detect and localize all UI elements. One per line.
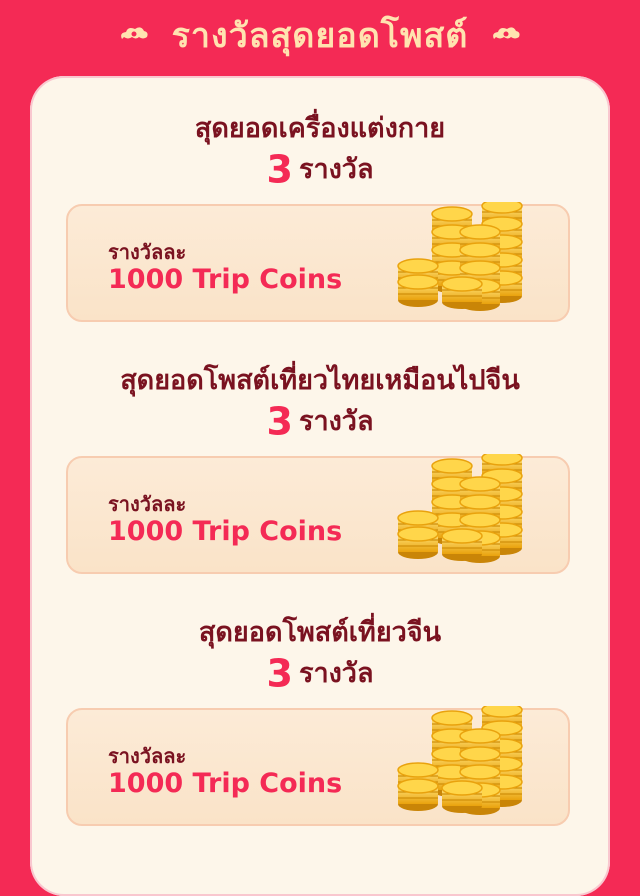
card-value: 1000 Trip Coins xyxy=(108,264,343,295)
count-unit: รางวัล xyxy=(298,657,374,689)
card-value: 1000 Trip Coins xyxy=(108,768,343,799)
coin-stack-icon xyxy=(397,706,523,816)
reward-card: รางวัลละ 1000 Trip Coins xyxy=(66,454,570,574)
reward-section: สุดยอดโพสต์เที่ยวไทยเหมือนไปจีน 3 รางวัล … xyxy=(30,362,610,574)
reward-section: สุดยอดเครื่องแต่งกาย 3 รางวัล รางวัลละ 10… xyxy=(30,110,610,322)
count-number: 3 xyxy=(266,147,293,192)
reward-count: 3 รางวัล xyxy=(30,652,610,695)
coin-stack-icon xyxy=(397,454,523,564)
section-title: สุดยอดโพสต์เที่ยวไทยเหมือนไปจีน xyxy=(120,365,520,396)
reward-count: 3 รางวัล xyxy=(30,148,610,191)
reward-card: รางวัลละ 1000 Trip Coins xyxy=(66,202,570,322)
count-number: 3 xyxy=(266,651,293,696)
card-value: 1000 Trip Coins xyxy=(108,516,343,547)
section-title: สุดยอดเครื่องแต่งกาย xyxy=(194,113,446,144)
cloud-ornament-icon xyxy=(493,27,520,39)
section-title: สุดยอดโพสต์เที่ยวจีน xyxy=(198,617,442,648)
header: รางวัลสุดยอดโพสต์ xyxy=(0,0,640,70)
rewards-panel: สุดยอดเครื่องแต่งกาย 3 รางวัล รางวัลละ 10… xyxy=(30,76,610,896)
count-unit: รางวัล xyxy=(298,405,374,437)
reward-card: รางวัลละ 1000 Trip Coins xyxy=(66,706,570,826)
page-title: รางวัลสุดยอดโพสต์ xyxy=(171,16,469,56)
cloud-ornament-icon xyxy=(120,27,148,39)
count-unit: รางวัล xyxy=(298,153,374,185)
reward-count: 3 รางวัล xyxy=(30,400,610,443)
coin-stack-icon xyxy=(397,202,523,312)
count-number: 3 xyxy=(266,399,293,444)
reward-section: สุดยอดโพสต์เที่ยวจีน 3 รางวัล รางวัลละ 10… xyxy=(30,614,610,826)
